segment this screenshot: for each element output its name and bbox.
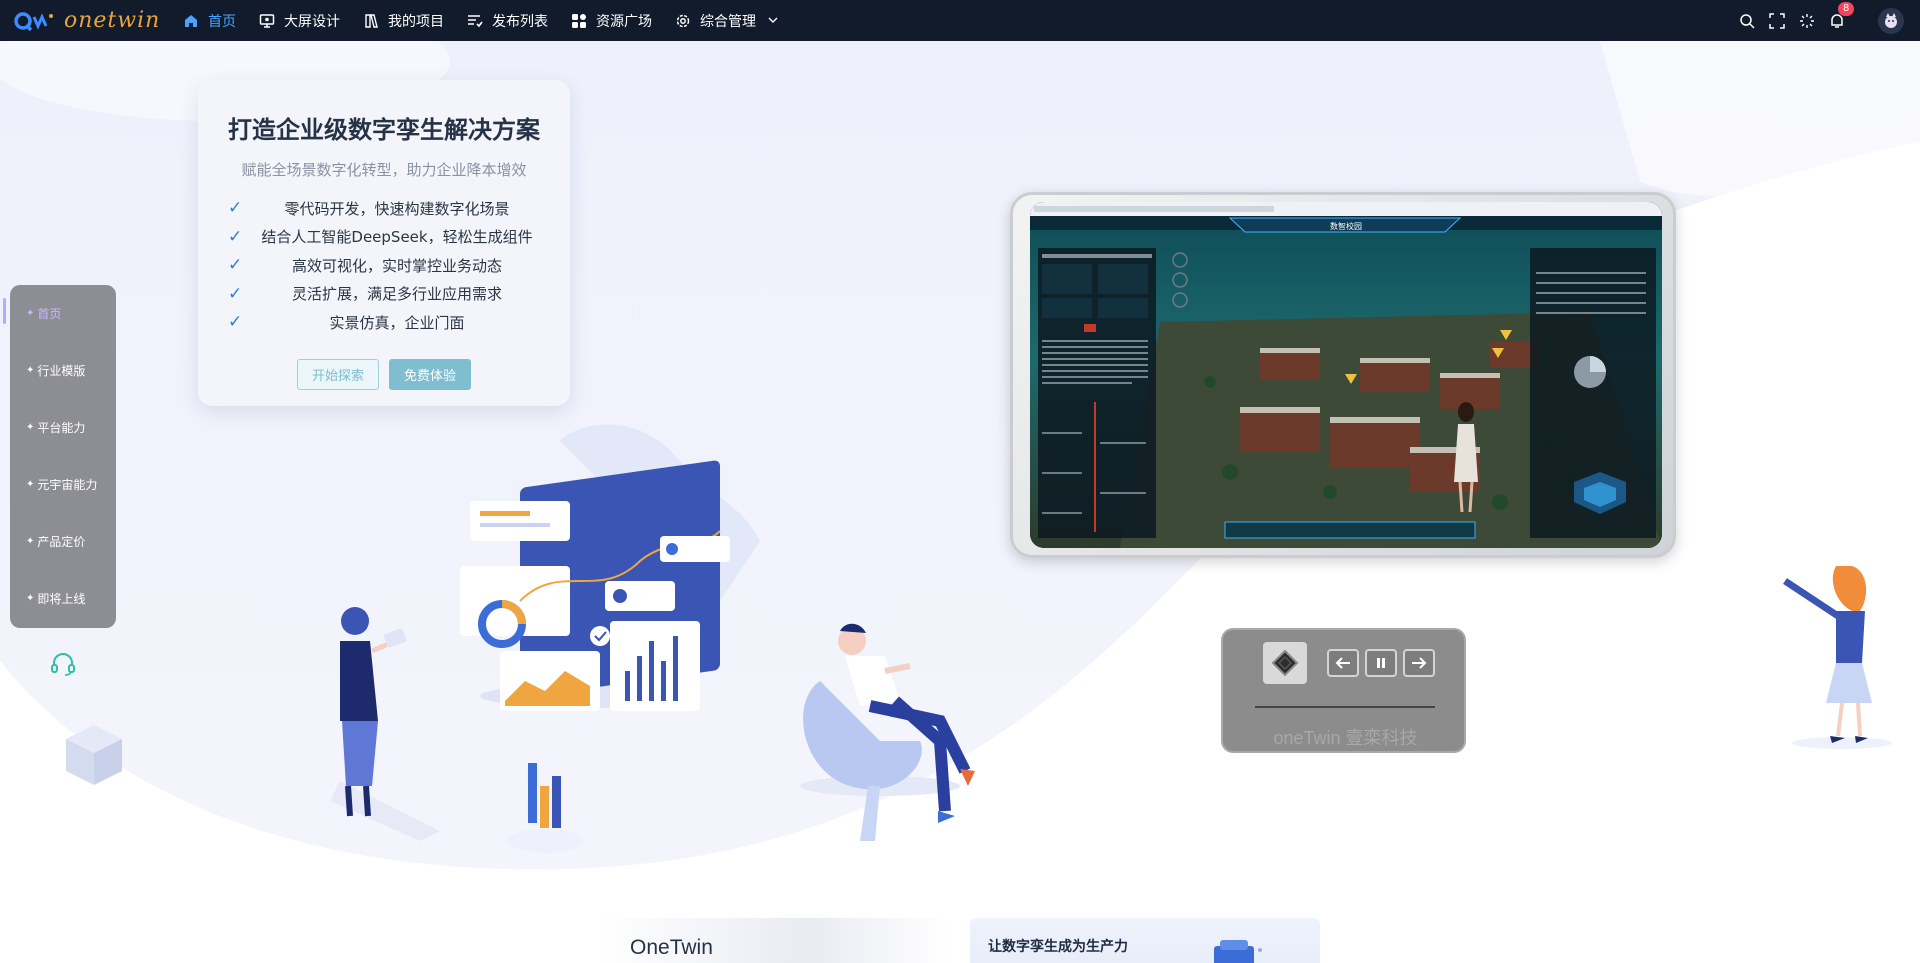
sparkle-icon: ✦	[26, 422, 35, 433]
productivity-card[interactable]: 让数字孪生成为生产力	[970, 918, 1320, 963]
side-item-metaverse-capability[interactable]: ✦ 元宇宙能力	[10, 456, 116, 513]
check-icon: ✓	[228, 198, 243, 219]
free-trial-button[interactable]: 免费体验	[389, 358, 472, 390]
check-icon: ✓	[228, 255, 243, 276]
pause-icon	[1377, 658, 1385, 668]
check-icon: ✓	[228, 283, 243, 304]
feature-item: ✓ 灵活扩展，满足多行业应用需求	[228, 283, 502, 304]
hero-title: 打造企业级数字孪生解决方案	[228, 116, 540, 144]
fullscreen-icon[interactable]	[1768, 12, 1786, 30]
search-icon[interactable]	[1738, 12, 1756, 30]
book-icon	[362, 12, 380, 30]
onetwin-card[interactable]: OneTwin	[596, 918, 950, 963]
sparkle-icon: ✦	[26, 308, 35, 319]
check-icon: ✓	[228, 312, 243, 333]
logo-text: onetwin	[64, 8, 161, 33]
feature-item: ✓ 零代码开发，快速构建数字化场景	[228, 198, 510, 219]
nav-item-screen-design[interactable]: 大屏设计	[258, 11, 340, 31]
headset-icon[interactable]	[50, 651, 76, 677]
hero-buttons: 开始探索 免费体验	[198, 358, 570, 390]
nav-item-label: 我的项目	[388, 13, 444, 30]
productivity-card-title: 让数字孪生成为生产力	[988, 939, 1128, 955]
sparkle-icon: ✦	[26, 479, 35, 490]
arrow-left-icon	[1335, 657, 1350, 669]
nav-item-label: 综合管理	[700, 13, 756, 30]
onetwin-card-title: OneTwin	[630, 936, 713, 959]
side-item-platform-capability[interactable]: ✦ 平台能力	[10, 399, 116, 456]
logo[interactable]: onetwin	[14, 8, 164, 33]
list-icon	[466, 12, 484, 30]
side-menu-active-indicator	[3, 298, 6, 324]
gear-icon	[674, 12, 692, 30]
side-item-home[interactable]: ✦ 首页	[10, 285, 116, 342]
hero-card: 打造企业级数字孪生解决方案 赋能全场景数字化转型，助力企业降本增效 ✓ 零代码开发…	[198, 80, 570, 406]
nav-item-home[interactable]: 首页	[182, 11, 236, 31]
nav-item-label: 资源广场	[596, 13, 652, 30]
campus-scene-illustration: 数智校园	[1030, 202, 1662, 548]
diamond-icon[interactable]	[1263, 642, 1307, 684]
previous-button[interactable]	[1327, 649, 1359, 677]
logo-mark-icon	[14, 11, 53, 31]
chevron-down-icon	[768, 13, 778, 29]
nav-item-management[interactable]: 综合管理	[674, 11, 778, 31]
nav-item-label: 发布列表	[492, 13, 548, 30]
sparkle-icon: ✦	[26, 593, 35, 604]
player-label: oneTwin 壹栾科技	[1273, 728, 1418, 748]
start-explore-button[interactable]: 开始探索	[296, 358, 379, 390]
next-button[interactable]	[1403, 649, 1435, 677]
home-icon	[182, 12, 200, 30]
check-icon: ✓	[228, 226, 243, 247]
bag-illustration	[1214, 940, 1262, 963]
nav-item-publish-list[interactable]: 发布列表	[466, 11, 548, 31]
monitor-icon	[258, 12, 276, 30]
notification-badge: 8	[1838, 1, 1855, 16]
side-item-coming-soon[interactable]: ✦ 即将上线	[10, 570, 116, 627]
screen-mockup: 数智校园	[1010, 192, 1676, 558]
feature-item: ✓ 实景仿真，企业门面	[228, 312, 465, 333]
digital-campus-screen[interactable]: 数智校园	[1030, 202, 1662, 548]
hero-subtitle: 赋能全场景数字化转型，助力企业降本增效	[241, 161, 527, 179]
nav-item-label: 大屏设计	[284, 13, 340, 30]
player-controls	[1263, 642, 1435, 684]
avatar[interactable]	[1878, 7, 1904, 34]
loading-icon[interactable]	[1798, 12, 1816, 30]
sparkle-icon: ✦	[26, 365, 35, 376]
nav-item-resource-square[interactable]: 资源广场	[570, 11, 652, 31]
pause-button[interactable]	[1365, 649, 1397, 677]
feature-list: ✓ 零代码开发，快速构建数字化场景 ✓ 结合人工智能DeepSeek，轻松生成组件 …	[198, 194, 570, 337]
side-menu: ✦ 首页 ✦ 行业模版 ✦ 平台能力 ✦ 元宇宙能力 ✦ 产品定价 ✦ 即将上线	[10, 285, 116, 628]
sparkle-icon: ✦	[26, 536, 35, 547]
top-navbar: onetwin 首页 大屏设计 我的项目 发布列表 资源广场 综合管理 8	[0, 0, 1920, 41]
side-item-industry-templates[interactable]: ✦ 行业模版	[10, 342, 116, 399]
grid-icon	[570, 12, 588, 30]
nav-item-label: 首页	[208, 13, 236, 30]
player-divider	[1255, 706, 1435, 708]
woman-pointing-illustration	[1783, 566, 1892, 749]
screen-banner-title: 数智校园	[1330, 221, 1362, 231]
topbar-actions: 8	[1738, 0, 1920, 41]
bell-icon[interactable]: 8	[1828, 1, 1855, 30]
feature-item: ✓ 高效可视化，实时掌控业务动态	[228, 255, 502, 276]
side-item-pricing[interactable]: ✦ 产品定价	[10, 513, 116, 570]
arrow-right-icon	[1412, 657, 1427, 669]
main-nav: 首页 大屏设计 我的项目 发布列表 资源广场 综合管理	[182, 11, 800, 31]
feature-item: ✓ 结合人工智能DeepSeek，轻松生成组件	[228, 226, 533, 247]
nav-item-my-projects[interactable]: 我的项目	[362, 11, 444, 31]
player-control-panel: oneTwin 壹栾科技	[1221, 628, 1466, 753]
